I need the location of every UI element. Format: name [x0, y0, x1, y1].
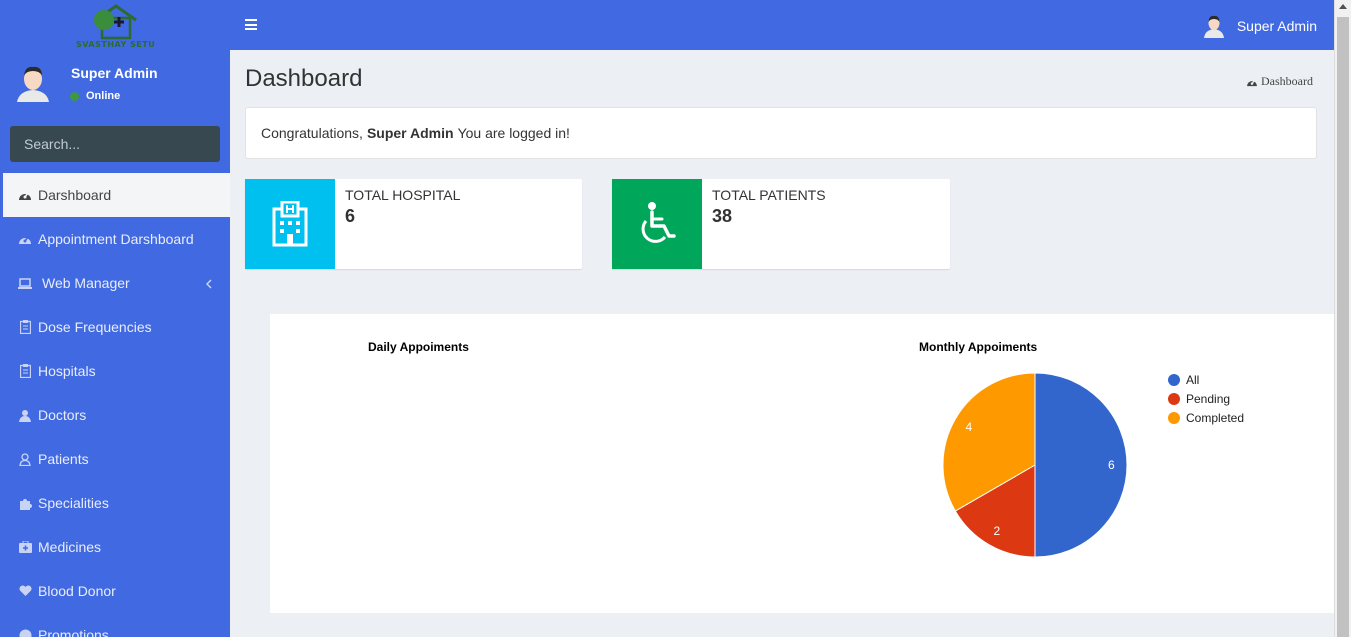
sidebar-item-medicines[interactable]: Medicines: [0, 525, 230, 569]
user-icon: [18, 452, 32, 466]
alert-suffix: You are logged in!: [457, 125, 570, 141]
sidebar-item-label: Promotions: [38, 627, 109, 637]
user-status-text: Online: [86, 90, 121, 102]
legend-swatch: [1168, 373, 1180, 386]
header-user-menu[interactable]: Super Admin: [1203, 14, 1317, 38]
welcome-alert: Congratulations, Super Admin You are log…: [245, 107, 1317, 159]
alert-prefix: Congratulations,: [261, 125, 363, 141]
legend-swatch: [1168, 411, 1180, 424]
sidebar-item-label: Appointment Darshboard: [38, 231, 194, 247]
scroll-up-icon[interactable]: [1339, 4, 1347, 9]
puzzle-icon: [18, 496, 32, 510]
sidebar-item-label: Web Manager: [42, 275, 130, 291]
stat-label: TOTAL PATIENTS: [712, 187, 826, 203]
top-navbar: Super Admin: [230, 0, 1334, 50]
clipboard-icon: [18, 364, 32, 378]
sidebar-item-specialities[interactable]: Specialities: [0, 481, 230, 525]
user-status: Online: [70, 90, 120, 102]
legend-label: Completed: [1186, 410, 1245, 425]
hospital-icon: [245, 179, 335, 269]
sidebar-item-hospitals[interactable]: Hospitals: [0, 349, 230, 393]
sidebar-item-patients[interactable]: Patients: [0, 437, 230, 481]
sidebar-user-name: Super Admin: [71, 65, 158, 81]
logo-icon: [94, 4, 137, 40]
pie-legend: All Pending Completed: [1168, 370, 1244, 427]
laptop-icon: [18, 276, 32, 290]
chevron-left-icon: [205, 276, 212, 292]
sidebar-item-label: Patients: [38, 451, 89, 467]
sidebar-item-web-manager[interactable]: Web Manager: [0, 261, 230, 305]
pie-slice-label: 4: [966, 420, 973, 434]
page-title: Dashboard: [245, 65, 363, 92]
sidebar-item-label: Blood Donor: [38, 583, 116, 599]
online-dot-icon: [70, 91, 79, 101]
avatar: [13, 62, 53, 102]
legend-item[interactable]: Completed: [1168, 408, 1244, 427]
search-input[interactable]: [24, 136, 206, 152]
medkit-icon: [18, 540, 32, 554]
dashboard-icon: [18, 188, 32, 202]
header-user-name: Super Admin: [1236, 18, 1317, 34]
total-patients-box: TOTAL PATIENTS 38: [612, 179, 950, 269]
dashboard-icon: [1247, 79, 1258, 86]
legend-item[interactable]: Pending: [1168, 389, 1244, 408]
logo[interactable]: SVASTHAY SETU: [0, 0, 230, 50]
header-avatar: [1203, 15, 1224, 38]
sidebar-item-dashboard[interactable]: Darshboard: [0, 173, 230, 217]
legend-swatch: [1168, 392, 1180, 405]
sidebar-item-label: Specialities: [38, 495, 109, 511]
sidebar-item-label: Darshboard: [38, 187, 112, 203]
user-md-icon: [18, 408, 32, 422]
stat-value: 6: [345, 206, 356, 226]
pie-slice-label: 6: [1108, 458, 1115, 472]
heart-icon: [18, 584, 32, 598]
scrollbar-thumb[interactable]: [1337, 17, 1349, 637]
sidebar-menu: Darshboard Appointment Darshboard Web Ma…: [0, 173, 230, 637]
monthly-pie-chart: 6 2 4: [942, 372, 1128, 558]
breadcrumb[interactable]: Dashboard: [1246, 74, 1313, 89]
legend-label: Pending: [1186, 391, 1231, 406]
total-hospital-box: TOTAL HOSPITAL 6: [245, 179, 582, 269]
sidebar-item-blood-donor[interactable]: Blood Donor: [0, 569, 230, 613]
page-scrollbar[interactable]: [1334, 0, 1351, 637]
sidebar-item-doctors[interactable]: Doctors: [0, 393, 230, 437]
dashboard-icon: [18, 232, 32, 246]
legend-item[interactable]: All: [1168, 370, 1244, 389]
pie-slice-label: 2: [993, 524, 1000, 538]
logo-text: SVASTHAY SETU: [76, 40, 156, 49]
clipboard-icon: [18, 320, 32, 334]
wheelchair-icon: [612, 179, 702, 269]
sidebar-item-label: Hospitals: [38, 363, 96, 379]
sidebar: SVASTHAY SETU Super Admin Online Darshbo…: [0, 0, 230, 637]
alert-user-name: Super Admin: [366, 125, 454, 141]
sidebar-item-promotions[interactable]: Promotions: [0, 613, 230, 637]
sidebar-item-label: Medicines: [38, 539, 102, 555]
sidebar-search: [10, 126, 220, 162]
stat-value: 38: [712, 206, 733, 226]
legend-label: All: [1186, 372, 1200, 387]
sidebar-item-label: Dose Frequencies: [38, 319, 152, 335]
stat-label: TOTAL HOSPITAL: [345, 187, 461, 203]
circle-icon: [18, 628, 32, 637]
sidebar-item-dose-frequencies[interactable]: Dose Frequencies: [0, 305, 230, 349]
menu-toggle-icon[interactable]: [245, 19, 257, 33]
breadcrumb-label: Dashboard: [1261, 74, 1313, 88]
charts-panel: Daily Appoiments Monthly Appoiments 624 …: [270, 314, 1334, 613]
user-panel: Super Admin Online: [0, 55, 230, 115]
sidebar-item-label: Doctors: [38, 407, 87, 423]
sidebar-item-appointment-dashboard[interactable]: Appointment Darshboard: [0, 217, 230, 261]
